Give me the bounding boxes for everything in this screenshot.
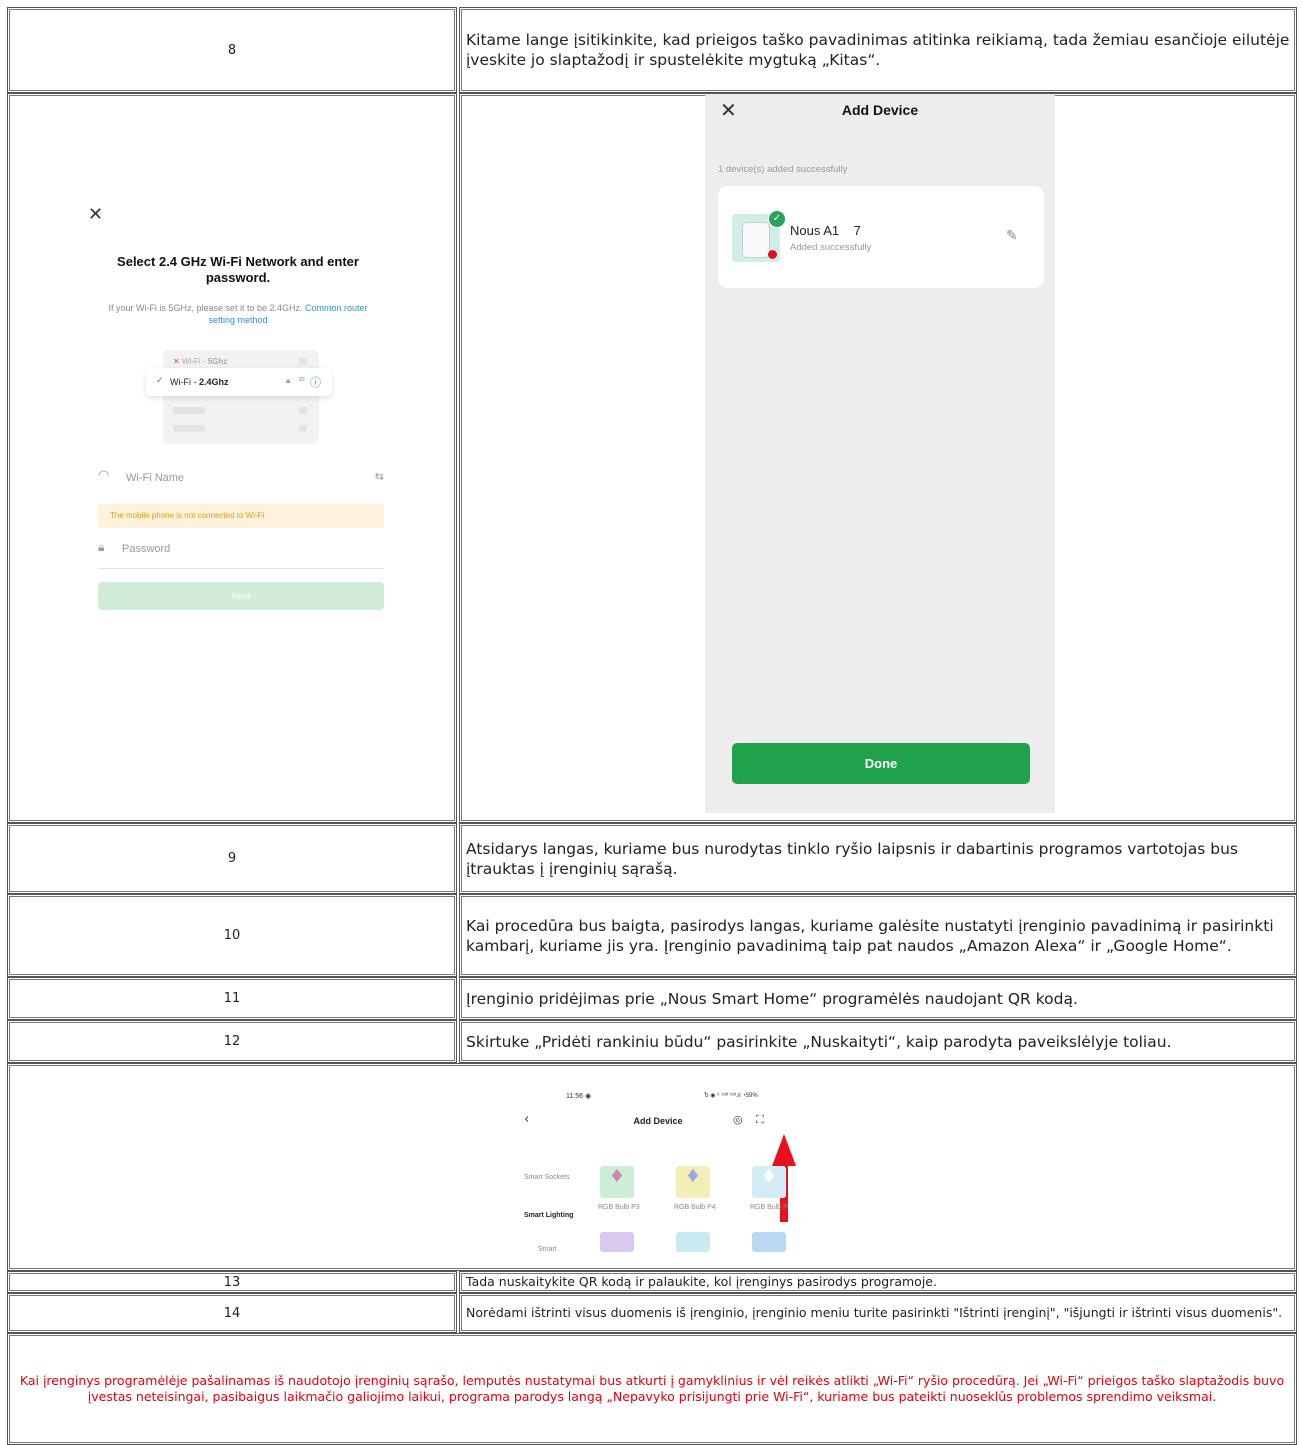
done-button[interactable]: Done: [732, 743, 1030, 784]
device-card[interactable]: ✓ Nous A1 7 Added successfully ✎: [718, 186, 1044, 288]
wifi-setup-screen: ✕ Select 2.4 GHz Wi-Fi Network and enter…: [88, 194, 388, 624]
product-label: RGB Bulb P3: [598, 1204, 640, 1211]
status-icons: Ⴆ ◉ ⁶ ⁵⁶ᴵᴵ ⁵⁸ᴵ.ıl ◔59%: [704, 1093, 758, 1099]
bulb-tile[interactable]: [676, 1232, 710, 1252]
table-row: 10 Kai procedūra bus baigta, pasirodys l…: [7, 894, 1297, 977]
warning-note: Kai įrenginys programėlėje pašalinamas i…: [19, 1373, 1285, 1404]
status-dot-icon: [768, 250, 777, 259]
bulb-icon: ♦: [608, 1166, 626, 1187]
table-row: 14 Norėdami ištrinti visus duomenis iš į…: [7, 1293, 1297, 1333]
wifi-screen-subtitle: If your Wi-Fi is 5GHz, please set it to …: [108, 303, 368, 325]
table-row: 8 Kitame lange įsitikinkite, kad prieigo…: [7, 7, 1297, 93]
table-row: 11:56 ◉ Ⴆ ◉ ⁶ ⁵⁶ᴵᴵ ⁵⁸ᴵ.ıl ◔59% ‹ Add Dev…: [7, 1063, 1297, 1271]
step-number: 9: [7, 823, 457, 894]
not-connected-warning: The mobile phone is not connected to Wi-…: [98, 504, 384, 528]
step-number: 13: [7, 1271, 457, 1293]
step-text: Skirtuke „Pridėti rankiniu būdu“ pasirin…: [459, 1020, 1297, 1063]
category-item[interactable]: Smart: [538, 1246, 557, 1253]
table-row: 11 Įrenginio pridėjimas prie „Nous Smart…: [7, 977, 1297, 1020]
warning-note-cell: Kai įrenginys programėlėje pašalinamas i…: [7, 1333, 1297, 1445]
step-number: 8: [7, 7, 457, 93]
next-button[interactable]: Next: [98, 582, 384, 610]
status-time: 11:56 ◉: [566, 1092, 592, 1100]
step-text: Tada nuskaitykite QR kodą ir palaukite, …: [459, 1271, 1297, 1293]
table-row: ✕ Select 2.4 GHz Wi-Fi Network and enter…: [7, 93, 1297, 823]
bulb-tile[interactable]: [600, 1232, 634, 1252]
add-device-screenshot-cell: ✕ Add Device 1 device(s) added successfu…: [459, 93, 1297, 823]
wifi-list-illustration: ✕ Wi-Fi - 5Ghz: [163, 350, 319, 444]
cross-icon: ✕: [173, 357, 180, 366]
wifi-5ghz-row: ✕ Wi-Fi - 5Ghz: [173, 357, 228, 366]
scan-screenshot-cell: 11:56 ◉ Ⴆ ◉ ⁶ ⁵⁶ᴵᴵ ⁵⁸ᴵ.ıl ◔59% ‹ Add Dev…: [7, 1063, 1297, 1271]
placeholder-bar: [299, 358, 307, 365]
placeholder-bar: [299, 425, 307, 432]
scan-icon[interactable]: ⛶: [756, 1113, 764, 1127]
category-item[interactable]: Smart Sockets: [524, 1174, 570, 1181]
bulb-icon: ♦: [684, 1166, 702, 1187]
add-device-title: Add Device: [841, 102, 919, 118]
back-icon[interactable]: ‹: [524, 1112, 529, 1127]
device-status: Added successfully: [790, 242, 872, 253]
password-field[interactable]: 🔒︎ Password: [98, 540, 384, 569]
switch-network-icon[interactable]: ⇆: [375, 470, 384, 483]
check-icon: ✓: [156, 376, 164, 386]
placeholder-bar: [173, 407, 205, 414]
wifi-signal-icon: ≋: [298, 375, 306, 385]
product-label: RGB Bulb P: [750, 1204, 788, 1211]
at-icon[interactable]: ◎: [733, 1113, 743, 1126]
placeholder-bar: [173, 425, 205, 432]
close-icon[interactable]: ✕: [88, 204, 103, 225]
scan-screen-title: Add Device: [633, 1116, 683, 1126]
edit-pencil-icon[interactable]: ✎: [1006, 228, 1018, 244]
scan-screen: 11:56 ◉ Ⴆ ◉ ⁶ ⁵⁶ᴵᴵ ⁵⁸ᴵ.ıl ◔59% ‹ Add Dev…: [508, 1072, 798, 1253]
lock-icon: 🔒︎: [286, 376, 291, 385]
product-label: RGB Bulb P4: [674, 1204, 716, 1211]
bulb-icon: ♦: [760, 1166, 778, 1187]
step-number: 10: [7, 894, 457, 977]
placeholder-bar: [299, 407, 307, 414]
bulb-tile[interactable]: ♦: [752, 1166, 786, 1198]
bulb-tile[interactable]: ♦: [676, 1166, 710, 1198]
table-row: 13 Tada nuskaitykite QR kodą ir palaukit…: [7, 1271, 1297, 1293]
step-text: Kai procedūra bus baigta, pasirodys lang…: [459, 894, 1297, 977]
wifi-24ghz-row[interactable]: ✓ Wi-Fi - 2.4Ghz 🔒︎ ≋ ⓘ: [146, 368, 332, 396]
table-row: Kai įrenginys programėlėje pašalinamas i…: [7, 1333, 1297, 1445]
smart-plug-image: ✓: [732, 210, 786, 262]
wifi-icon: ◠: [98, 468, 110, 483]
step-text: Kitame lange įsitikinkite, kad prieigos …: [459, 7, 1297, 93]
category-item[interactable]: Smart Lighting: [524, 1212, 573, 1219]
bulb-tile[interactable]: [752, 1232, 786, 1252]
check-badge-icon: ✓: [768, 210, 786, 228]
table-row: 12 Skirtuke „Pridėti rankiniu būdu“ pasi…: [7, 1020, 1297, 1063]
table-row: 9 Atsidarys langas, kuriame bus nurodyta…: [7, 823, 1297, 894]
wifi-screenshot-cell: ✕ Select 2.4 GHz Wi-Fi Network and enter…: [7, 93, 457, 823]
wifi-screen-title: Select 2.4 GHz Wi-Fi Network and enter p…: [117, 254, 359, 285]
step-text: Atsidarys langas, kuriame bus nurodytas …: [459, 823, 1297, 894]
plug-icon: [742, 222, 770, 258]
bulb-tile[interactable]: ♦: [600, 1166, 634, 1198]
lock-icon: 🔒︎: [98, 540, 105, 554]
step-text: Norėdami ištrinti visus duomenis iš įren…: [459, 1293, 1297, 1333]
step-number: 12: [7, 1020, 457, 1063]
wifi-name-field[interactable]: ◠ Wi-Fi Name ⇆: [98, 468, 384, 492]
added-count-text: 1 device(s) added successfully: [718, 164, 848, 175]
step-number: 11: [7, 977, 457, 1020]
step-number: 14: [7, 1293, 457, 1333]
add-device-screen: ✕ Add Device 1 device(s) added successfu…: [705, 94, 1055, 813]
info-icon[interactable]: ⓘ: [310, 374, 321, 390]
step-text: Įrenginio pridėjimas prie „Nous Smart Ho…: [459, 977, 1297, 1020]
device-name: Nous A1 7: [790, 223, 861, 238]
